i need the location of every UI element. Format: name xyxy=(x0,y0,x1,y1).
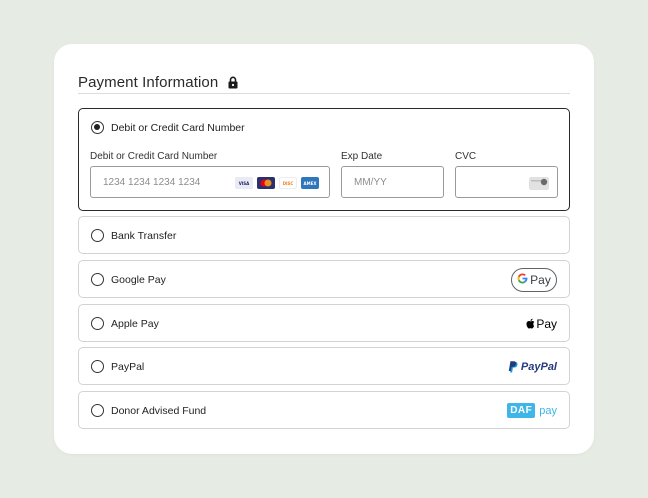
cvc-input[interactable] xyxy=(455,166,558,198)
paypal-logo: PayPal xyxy=(508,348,557,385)
title-divider xyxy=(78,93,570,94)
option-paypal-head[interactable]: PayPal xyxy=(91,348,144,385)
apple-icon xyxy=(526,318,535,329)
amex-icon: AMEX xyxy=(301,177,319,189)
card-number-label: Debit or Credit Card Number xyxy=(90,151,218,162)
card-number-input[interactable]: 1234 1234 1234 1234 VISA DISC AMEX xyxy=(90,166,330,198)
radio-paypal[interactable] xyxy=(91,360,104,373)
card-brand-logos: VISA DISC AMEX xyxy=(235,177,319,189)
apple-pay-logo: Pay xyxy=(526,305,557,342)
exp-date-input[interactable]: MM/YY xyxy=(341,166,444,198)
radio-card[interactable] xyxy=(91,121,104,134)
option-gpay-label: Google Pay xyxy=(111,273,166,286)
radio-apple-pay[interactable] xyxy=(91,317,104,330)
cvc-label: CVC xyxy=(455,151,477,162)
lock-icon xyxy=(228,76,238,89)
option-card[interactable]: Debit or Credit Card Number Debit or Cre… xyxy=(78,108,570,211)
option-card-label: Debit or Credit Card Number xyxy=(111,121,245,134)
option-apay-head[interactable]: Apple Pay xyxy=(91,305,159,342)
option-bank-label: Bank Transfer xyxy=(111,229,177,242)
radio-bank-transfer[interactable] xyxy=(91,229,104,242)
apple-pay-text: Pay xyxy=(536,316,557,331)
paypal-text: PayPal xyxy=(520,360,557,373)
page-title: Payment Information xyxy=(78,73,219,91)
daf-pay-logo: DAF pay xyxy=(507,392,557,429)
option-daf-label: Donor Advised Fund xyxy=(111,404,207,417)
mastercard-icon xyxy=(257,177,275,189)
option-bank-head[interactable]: Bank Transfer xyxy=(91,217,176,254)
option-apay-label: Apple Pay xyxy=(111,317,159,330)
payment-card: Payment Information Debit or Credit Card… xyxy=(54,44,594,454)
option-google-pay[interactable]: Google Pay Pay xyxy=(78,260,570,298)
visa-icon: VISA xyxy=(235,177,253,189)
option-gpay-head[interactable]: Google Pay xyxy=(91,261,166,298)
google-g-icon xyxy=(517,273,528,287)
option-bank-transfer[interactable]: Bank Transfer xyxy=(78,216,570,254)
option-paypal-label: PayPal xyxy=(111,360,145,373)
option-paypal[interactable]: PayPal PayPal xyxy=(78,347,570,385)
option-donor-advised-fund[interactable]: Donor Advised Fund DAF pay xyxy=(78,391,570,429)
exp-date-placeholder: MM/YY xyxy=(354,176,387,188)
google-pay-badge: Pay xyxy=(511,267,557,292)
daf-pay-text: pay xyxy=(539,404,557,417)
discover-icon: DISC xyxy=(279,177,297,189)
option-apple-pay[interactable]: Apple Pay Pay xyxy=(78,304,570,342)
google-pay-text: Pay xyxy=(530,272,551,287)
title-row: Payment Information xyxy=(78,70,570,94)
radio-google-pay[interactable] xyxy=(91,273,104,286)
google-pay-logo: Pay xyxy=(511,261,557,298)
paypal-p-icon xyxy=(508,360,518,373)
exp-date-label: Exp Date xyxy=(341,151,383,162)
option-daf-head[interactable]: Donor Advised Fund xyxy=(91,392,206,429)
card-number-placeholder: 1234 1234 1234 1234 xyxy=(103,176,201,188)
option-card-head[interactable]: Debit or Credit Card Number xyxy=(91,109,245,146)
cvc-card-icon xyxy=(529,177,549,193)
radio-donor-advised-fund[interactable] xyxy=(91,404,104,417)
daf-box: DAF xyxy=(507,403,536,418)
